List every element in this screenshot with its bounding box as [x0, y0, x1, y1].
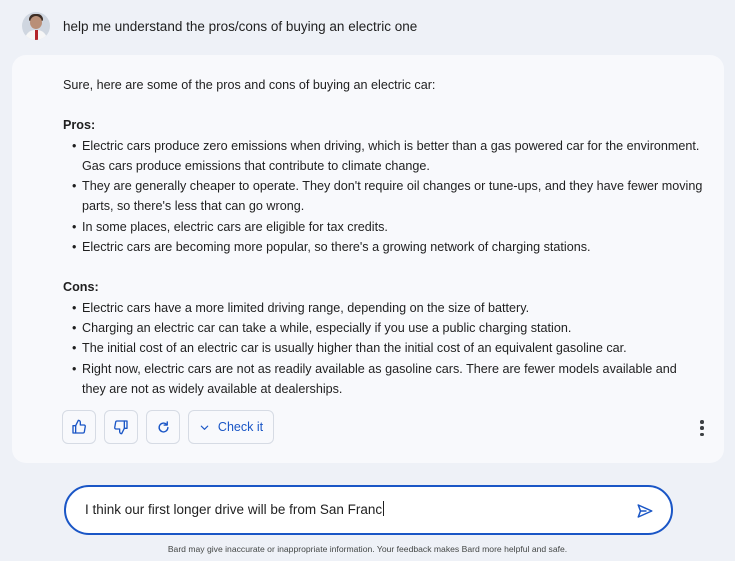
text-caret — [383, 501, 385, 516]
more-vert-icon — [700, 420, 704, 424]
list-item: Electric cars produce zero emissions whe… — [63, 136, 703, 177]
prompt-text: help me understand the pros/cons of buyi… — [63, 18, 418, 34]
regenerate-button[interactable] — [146, 410, 180, 444]
list-item: Right now, electric cars are not as read… — [63, 359, 703, 400]
pros-title: Pros: — [63, 118, 96, 133]
list-item: In some places, electric cars are eligib… — [63, 217, 703, 238]
thumbs-down-button[interactable] — [104, 410, 138, 444]
user-prompt: help me understand the pros/cons of buyi… — [22, 12, 417, 40]
pros-list: Electric cars produce zero emissions whe… — [63, 136, 703, 258]
thumbs-up-button[interactable] — [62, 410, 96, 444]
more-options-button[interactable] — [697, 417, 707, 439]
list-item: They are generally cheaper to operate. T… — [63, 176, 703, 217]
thumbs-up-icon — [72, 419, 86, 434]
chat-input-bar[interactable]: I think our first longer drive will be f… — [64, 485, 673, 535]
chat-input-value: I think our first longer drive will be f… — [85, 502, 383, 517]
chat-page: help me understand the pros/cons of buyi… — [0, 0, 735, 561]
list-item: Charging an electric car can take a whil… — [63, 318, 703, 339]
response-card: Sure, here are some of the pros and cons… — [12, 55, 724, 463]
chevron-down-icon — [200, 425, 209, 430]
check-it-button[interactable]: Check it — [188, 410, 274, 444]
send-button[interactable] — [634, 500, 656, 522]
response-intro: Sure, here are some of the pros and cons… — [63, 78, 436, 92]
send-icon — [637, 504, 653, 518]
check-it-label: Check it — [217, 420, 264, 434]
refresh-icon — [157, 420, 169, 433]
cons-title: Cons: — [63, 280, 99, 295]
cons-list: Electric cars have a more limited drivin… — [63, 298, 703, 399]
cons-section: Cons: Electric cars have a more limited … — [63, 277, 703, 399]
list-item: Electric cars are becoming more popular,… — [63, 237, 703, 258]
response-body: Sure, here are some of the pros and cons… — [63, 75, 703, 399]
disclaimer: Bard may give inaccurate or inappropriat… — [167, 544, 568, 554]
list-item: Electric cars have a more limited drivin… — [63, 298, 703, 319]
response-actions: Check it — [62, 410, 274, 444]
chat-input[interactable]: I think our first longer drive will be f… — [85, 501, 385, 517]
pros-section: Pros: Electric cars produce zero emissio… — [63, 115, 703, 257]
list-item: The initial cost of an electric car is u… — [63, 338, 703, 359]
avatar — [22, 12, 50, 40]
thumbs-down-icon — [114, 420, 128, 435]
